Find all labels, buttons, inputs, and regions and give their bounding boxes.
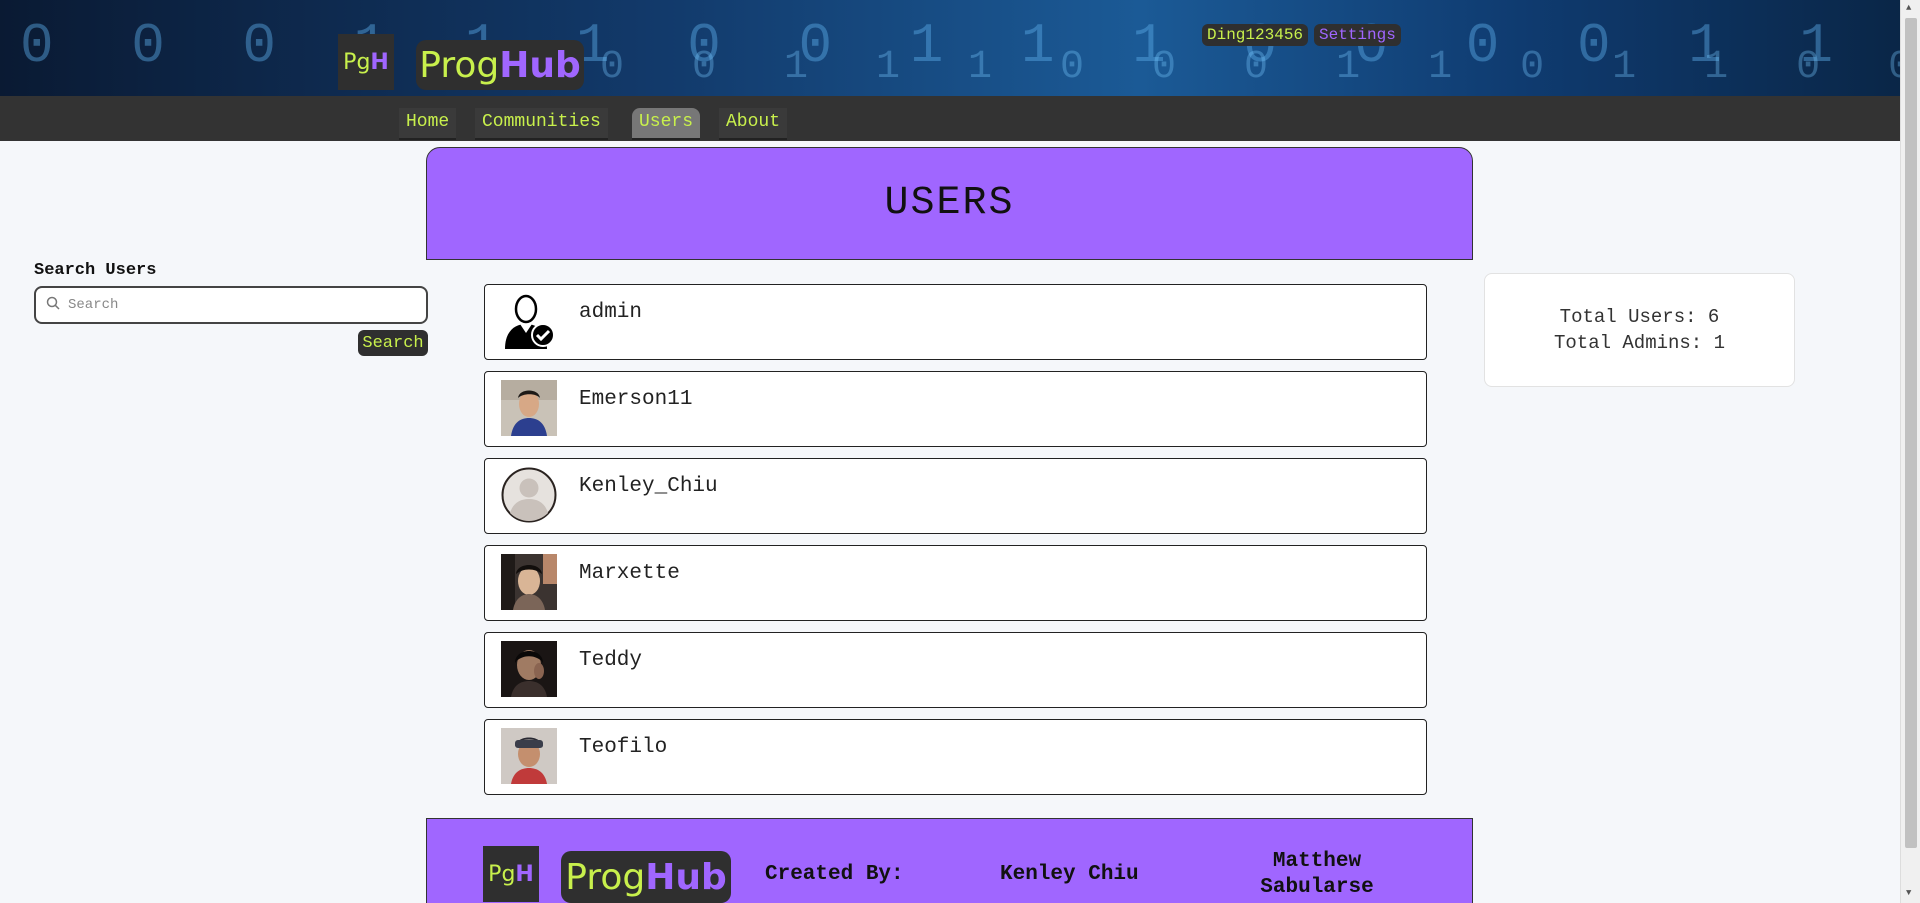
user-avatar-photo: [501, 641, 557, 697]
logo-wordmark[interactable]: Prog Hub: [416, 40, 584, 90]
user-name[interactable]: Teofilo: [579, 736, 667, 759]
total-users: Total Users: 6: [1559, 306, 1720, 328]
page-title: USERS: [884, 181, 1015, 226]
total-admins: Total Admins: 1: [1553, 332, 1726, 354]
user-card[interactable]: Emerson11: [484, 371, 1427, 447]
search-button[interactable]: Search: [358, 330, 428, 356]
user-name[interactable]: Teddy: [579, 649, 642, 672]
nav-communities[interactable]: Communities: [475, 108, 608, 140]
username-link[interactable]: Ding123456: [1202, 24, 1309, 46]
author-name: Matthew Sabularse: [1247, 849, 1387, 901]
footer: Pg H Prog Hub Created By: Kenley Chiu Matt…: [426, 818, 1473, 903]
nav-about[interactable]: About: [719, 108, 788, 140]
nav-users[interactable]: Users: [632, 108, 701, 140]
user-name[interactable]: Kenley_Chiu: [579, 475, 718, 498]
footer-logo-mark[interactable]: Pg H: [483, 846, 539, 902]
author-name: Kenley Chiu: [1000, 863, 1139, 886]
page-scrollbar[interactable]: ▲ ▼: [1900, 0, 1920, 903]
user-stats-panel: Total Users: 6 Total Admins: 1: [1484, 273, 1795, 387]
footer-logo-mark-prefix: Pg: [488, 861, 516, 887]
user-card[interactable]: Teofilo: [484, 719, 1427, 795]
logo-mark-prefix: Pg: [343, 49, 371, 75]
footer-logo-word-suffix: Hub: [645, 856, 727, 898]
logo-mark[interactable]: Pg H: [338, 34, 394, 90]
logo-mark-suffix: H: [370, 49, 389, 75]
user-card[interactable]: Teddy: [484, 632, 1427, 708]
footer-logo-wordmark[interactable]: Prog Hub: [561, 851, 731, 903]
user-card[interactable]: Marxette: [484, 545, 1427, 621]
search-input[interactable]: [68, 297, 426, 313]
user-avatar-photo: [501, 554, 557, 610]
search-icon: [46, 296, 60, 315]
settings-link[interactable]: Settings: [1314, 24, 1401, 46]
search-heading: Search Users: [34, 261, 157, 280]
main-nav: Home Communities Users About: [0, 96, 1900, 141]
created-by-label: Created By:: [765, 863, 904, 886]
scroll-down-icon[interactable]: ▼: [1906, 888, 1911, 898]
scroll-up-icon[interactable]: ▲: [1906, 3, 1911, 13]
page-title-box: USERS: [426, 147, 1473, 260]
user-avatar-photo: [501, 380, 557, 436]
author-last-name: Sabularse: [1260, 876, 1374, 899]
user-name[interactable]: Emerson11: [579, 388, 692, 411]
footer-logo-word-prefix: Prog: [565, 856, 646, 898]
scroll-thumb[interactable]: [1905, 18, 1917, 848]
user-name[interactable]: Marxette: [579, 562, 680, 585]
user-card[interactable]: admin: [484, 284, 1427, 360]
logo-word-prefix: Prog: [419, 44, 500, 86]
user-menu: Ding123456 Settings: [1202, 24, 1401, 46]
user-card[interactable]: Kenley_Chiu: [484, 458, 1427, 534]
admin-verified-icon: [501, 293, 557, 349]
nav-home[interactable]: Home: [399, 108, 457, 140]
user-name[interactable]: admin: [579, 301, 642, 324]
header-banner: 0 0 0 1 1 1 0 0 1 1 1 0 0 0 0 1 1 0 0 0 …: [0, 0, 1900, 96]
logo-word-suffix: Hub: [499, 44, 581, 86]
default-user-icon: [501, 467, 557, 523]
search-field-wrapper[interactable]: [34, 286, 428, 324]
binary-background: 0 0 0 1 1 1 0 0 1 1 1 0 0 0 0 1 1 0 0 0 …: [20, 14, 1900, 90]
author-first-name: Matthew: [1272, 850, 1362, 873]
footer-logo-mark-suffix: H: [515, 861, 534, 887]
user-avatar-photo: [501, 728, 557, 784]
